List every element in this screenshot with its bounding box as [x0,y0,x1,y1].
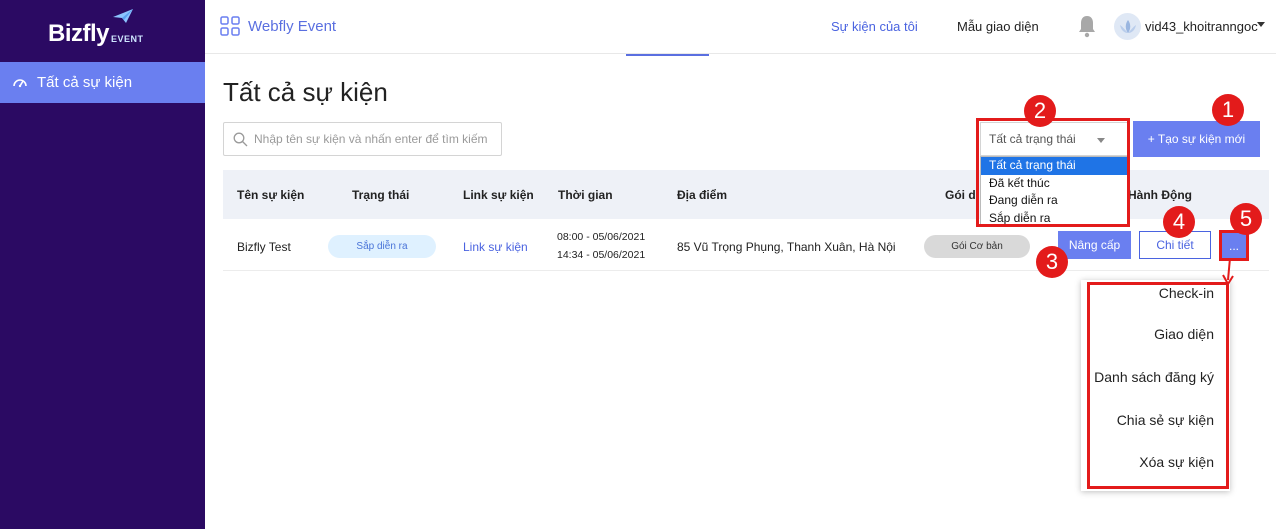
menu-item-theme[interactable]: Giao diện [1154,326,1214,342]
sidebar-item-all-events[interactable]: Tất cả sự kiện [0,62,205,103]
page-title: Tất cả sự kiện [223,77,388,107]
package-badge: Gói Cơ bản [924,235,1030,258]
menu-item-delete[interactable]: Xóa sự kiện [1139,454,1214,470]
tab-templates[interactable]: Mẫu giao diện [957,19,1039,34]
avatar[interactable] [1114,13,1141,40]
menu-item-registrations[interactable]: Danh sách đăng ký [1094,369,1214,385]
active-tab-underline [626,54,709,56]
sidebar: Bizfly EVENT Tất cả sự kiện [0,0,205,529]
upgrade-button[interactable]: Nâng cấp [1058,231,1131,259]
annotation-badge-5: 5 [1230,203,1262,235]
create-event-button[interactable]: + Tạo sự kiện mới [1133,121,1260,157]
search-input[interactable] [254,132,499,146]
event-link[interactable]: Link sự kiện [463,240,528,254]
status-badge: Sắp diễn ra [328,235,436,258]
top-bar: Webfly Event Sự kiện của tôi Mẫu giao di… [205,0,1276,54]
lotus-icon [1119,19,1136,33]
username[interactable]: vid43_khoitranngoc [1145,19,1258,34]
column-header-status: Trạng thái [352,188,410,202]
column-header-package: Gói d [945,188,976,202]
status-option-all[interactable]: Tất cả trạng thái [981,157,1127,175]
status-option-ongoing[interactable]: Đang diễn ra [981,192,1127,210]
menu-item-checkin[interactable]: Check-in [1159,285,1214,301]
search-box[interactable] [223,122,502,156]
tab-my-events[interactable]: Sự kiện của tôi [831,19,918,34]
gauge-icon [13,78,27,87]
status-filter-options: Tất cả trạng thái Đã kết thúc Đang diễn … [980,156,1128,226]
arrow-down-icon [1222,258,1234,286]
more-actions-button[interactable]: ... [1222,233,1246,258]
column-header-name: Tên sự kiện [237,188,305,202]
menu-item-share[interactable]: Chia sẻ sự kiện [1117,412,1214,428]
app-name[interactable]: Webfly Event [248,18,336,35]
annotation-badge-2: 2 [1024,95,1056,127]
logo-subtext: EVENT [111,34,144,44]
column-header-actions: Hành Động [1128,188,1192,202]
status-option-ended[interactable]: Đã kết thúc [981,175,1127,193]
event-time-end: 14:34 - 05/06/2021 [557,249,646,261]
column-header-link: Link sự kiện [463,188,534,202]
column-header-location: Địa điểm [677,188,728,202]
event-name: Bizfly Test [237,240,291,254]
app-grid-icon[interactable] [220,16,240,36]
bell-icon[interactable] [1077,14,1097,38]
column-header-time: Thời gian [558,188,613,202]
event-location: 85 Vũ Trọng Phụng, Thanh Xuân, Hà Nội [677,240,896,254]
status-filter-select[interactable]: Tất cả trạng thái [980,122,1128,156]
event-time-start: 08:00 - 05/06/2021 [557,231,646,243]
sidebar-item-label: Tất cả sự kiện [37,74,133,91]
annotation-badge-3: 3 [1036,246,1068,278]
paper-plane-icon [113,9,133,23]
caret-down-icon[interactable] [1257,22,1265,27]
status-option-upcoming[interactable]: Sắp diễn ra [981,210,1127,228]
annotation-badge-1: 1 [1212,94,1244,126]
status-filter-value: Tất cả trạng thái [989,132,1076,146]
annotation-badge-4: 4 [1163,206,1195,238]
search-icon [233,132,248,146]
caret-down-icon [1097,138,1105,143]
logo-text: Bizfly [48,20,110,47]
actions-menu: Check-in Giao diện Danh sách đăng ký Chi… [1081,280,1230,491]
bizfly-logo[interactable]: Bizfly EVENT [48,9,144,48]
